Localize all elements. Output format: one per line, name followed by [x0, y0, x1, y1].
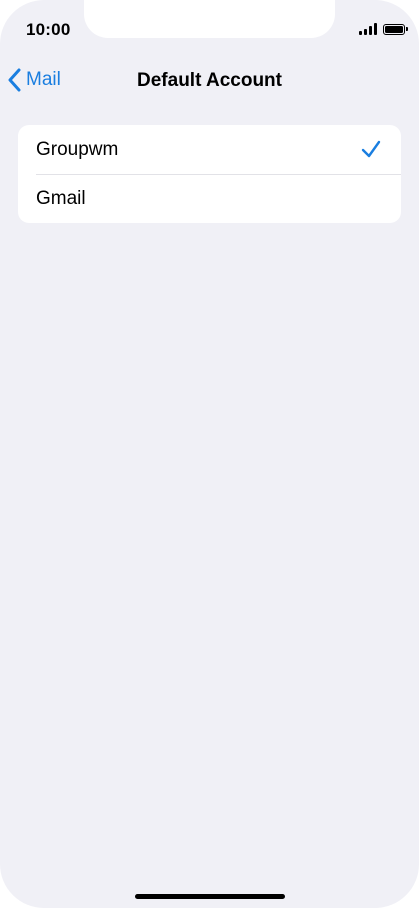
home-indicator[interactable]	[135, 894, 285, 899]
account-label: Gmail	[36, 187, 86, 209]
account-row-groupwm[interactable]: Groupwm	[18, 125, 401, 174]
back-button-label: Mail	[26, 69, 61, 90]
account-list: Groupwm Gmail	[18, 125, 401, 223]
cellular-signal-icon	[359, 23, 377, 35]
account-label: Groupwm	[36, 138, 119, 160]
back-button[interactable]: Mail	[8, 68, 61, 92]
status-time: 10:00	[26, 20, 71, 39]
phone-screen: 10:00 Default Account Mail Groupwm Gmail	[0, 0, 419, 908]
status-icons	[359, 23, 408, 35]
page-title: Default Account	[137, 70, 282, 91]
checkmark-icon	[361, 139, 381, 165]
account-row-gmail[interactable]: Gmail	[18, 174, 401, 223]
navigation-bar: Default Account Mail	[0, 60, 419, 100]
battery-icon	[383, 23, 408, 35]
notch	[84, 0, 335, 38]
chevron-left-icon	[8, 68, 22, 92]
